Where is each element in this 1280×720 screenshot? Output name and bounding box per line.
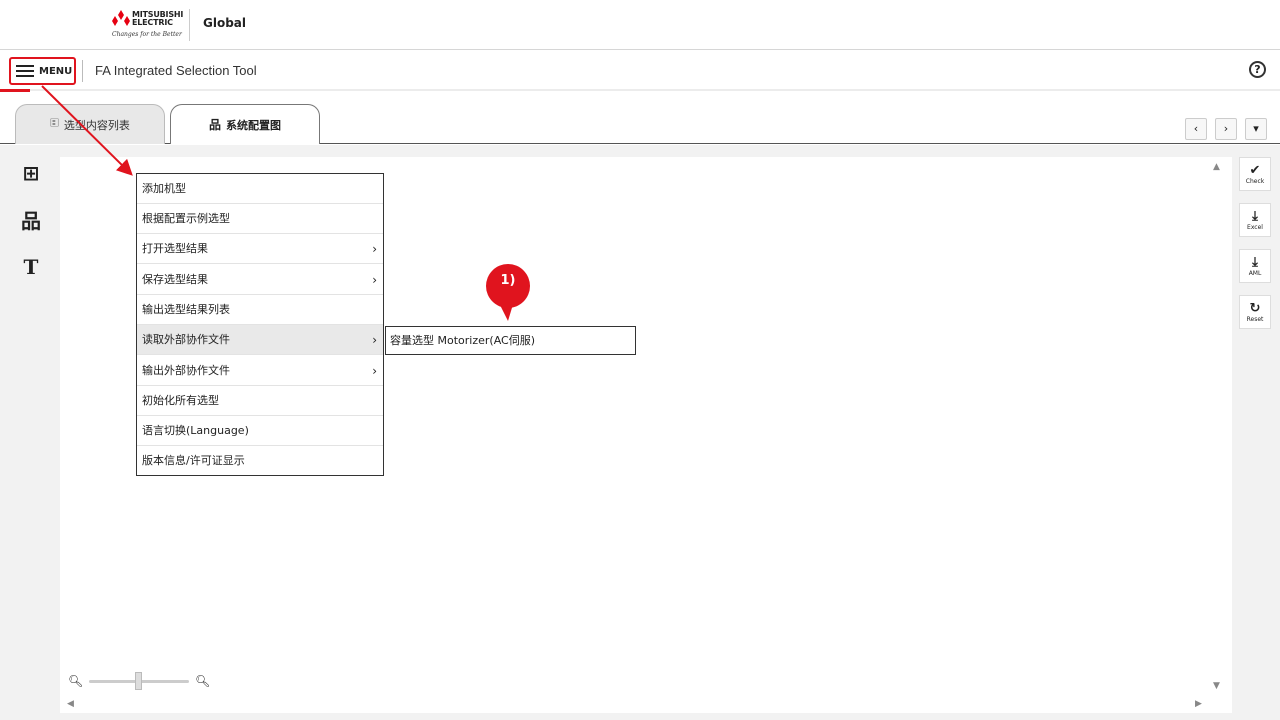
scroll-left-icon[interactable]: ◀ bbox=[67, 699, 74, 709]
excel-export-button[interactable]: ⤓ Excel bbox=[1239, 203, 1271, 237]
reset-button[interactable]: ↻ Reset bbox=[1239, 295, 1271, 329]
menu-item-export-list[interactable]: 输出选型结果列表 bbox=[137, 295, 383, 325]
tab-selection-list[interactable]: 🗉 选型内容列表 bbox=[15, 104, 165, 144]
reset-icon: ↻ bbox=[1249, 300, 1261, 316]
chevron-right-icon: › bbox=[372, 273, 377, 287]
global-link[interactable]: Global bbox=[203, 16, 246, 30]
hierarchy-icon: 品 bbox=[208, 118, 221, 132]
menu-item-save-result[interactable]: 保存选型结果 › bbox=[137, 265, 383, 295]
list-icon: 🗉 bbox=[50, 116, 59, 130]
hamburger-icon bbox=[16, 64, 34, 78]
app-title: FA Integrated Selection Tool bbox=[95, 63, 257, 78]
brand-bar: MITSUBISHI ELECTRIC Changes for the Bett… bbox=[0, 0, 1280, 50]
zoom-slider-handle[interactable] bbox=[135, 672, 142, 690]
zoom-out-icon[interactable]: 🔍︎ bbox=[68, 674, 83, 688]
callout-label: 1) bbox=[500, 273, 516, 288]
text-tool-icon[interactable]: T bbox=[18, 254, 44, 280]
add-hierarchy-icon[interactable]: 品 bbox=[18, 208, 44, 234]
menu-item-add-model[interactable]: 添加机型 bbox=[137, 174, 383, 204]
menu-item-label: 读取外部协作文件 bbox=[142, 333, 230, 346]
main-menu-dropdown: 添加机型 根据配置示例选型 打开选型结果 › 保存选型结果 › 输出选型结果列表 读… bbox=[136, 173, 384, 476]
menu-item-open-result[interactable]: 打开选型结果 › bbox=[137, 234, 383, 264]
download-icon: ⤓ bbox=[1252, 208, 1258, 224]
submenu-item-motorizer[interactable]: 容量选型 Motorizer(AC伺服) bbox=[385, 326, 636, 355]
aml-label: AML bbox=[1248, 269, 1262, 277]
menu-item-label: 添加机型 bbox=[142, 182, 186, 195]
aml-export-button[interactable]: ⤓ AML bbox=[1239, 249, 1271, 283]
menu-item-label: 打开选型结果 bbox=[142, 242, 208, 255]
brand-divider bbox=[189, 9, 190, 41]
scroll-down-icon[interactable]: ▼ bbox=[1213, 681, 1220, 691]
tab-system-diagram[interactable]: 品 系统配置图 bbox=[170, 104, 320, 144]
tab-next-button[interactable]: › bbox=[1215, 118, 1237, 140]
menu-item-label: 初始化所有选型 bbox=[142, 394, 219, 407]
annotation-callout: 1) bbox=[484, 263, 532, 323]
chevron-right-icon: › bbox=[372, 333, 377, 347]
excel-label: Excel bbox=[1247, 223, 1263, 231]
tabs-bar: 🗉 选型内容列表 品 系统配置图 ‹ › ▾ bbox=[0, 92, 1280, 144]
callout-pin-icon bbox=[486, 264, 530, 321]
chevron-right-icon: › bbox=[372, 364, 377, 378]
menu-item-read-external-file[interactable]: 读取外部协作文件 › bbox=[137, 325, 383, 355]
zoom-in-icon[interactable]: 🔍︎ bbox=[195, 674, 210, 688]
menu-label: MENU bbox=[39, 65, 73, 77]
logo-tagline: Changes for the Better bbox=[112, 31, 182, 38]
menu-item-export-external-file[interactable]: 输出外部协作文件 › bbox=[137, 356, 383, 386]
menu-item-initialize-all[interactable]: 初始化所有选型 bbox=[137, 386, 383, 416]
menu-item-language[interactable]: 语言切换(Language) bbox=[137, 416, 383, 446]
tab-prev-button[interactable]: ‹ bbox=[1185, 118, 1207, 140]
menu-item-label: 语言切换(Language) bbox=[142, 424, 249, 437]
check-label: Check bbox=[1245, 177, 1265, 185]
menu-button[interactable]: MENU bbox=[9, 57, 76, 85]
logo-line2: ELECTRIC bbox=[132, 18, 173, 27]
download-icon: ⤓ bbox=[1252, 254, 1258, 270]
tab-dropdown-button[interactable]: ▾ bbox=[1245, 118, 1267, 140]
menu-item-version-info[interactable]: 版本信息/许可证显示 bbox=[137, 446, 383, 476]
menu-item-label: 输出选型结果列表 bbox=[142, 303, 230, 316]
chevron-right-icon: › bbox=[372, 242, 377, 256]
check-button[interactable]: ✔ Check bbox=[1239, 157, 1271, 191]
menu-item-label: 根据配置示例选型 bbox=[142, 212, 230, 225]
mitsubishi-logo[interactable]: MITSUBISHI ELECTRIC Changes for the Bett… bbox=[110, 9, 183, 41]
menu-item-label: 版本信息/许可证显示 bbox=[142, 454, 245, 467]
check-icon: ✔ bbox=[1249, 162, 1261, 178]
menu-item-label: 输出外部协作文件 bbox=[142, 364, 230, 377]
scroll-up-icon[interactable]: ▲ bbox=[1213, 162, 1220, 172]
scroll-right-icon[interactable]: ▶ bbox=[1195, 699, 1202, 709]
reset-label: Reset bbox=[1246, 315, 1264, 323]
tab-label: 选型内容列表 bbox=[63, 118, 130, 132]
tab-label: 系统配置图 bbox=[226, 118, 281, 132]
app-header: MENU FA Integrated Selection Tool ? bbox=[0, 51, 1280, 91]
menu-item-select-by-example[interactable]: 根据配置示例选型 bbox=[137, 204, 383, 234]
diamond-logo-icon bbox=[112, 10, 130, 26]
add-layer-icon[interactable]: ⊞ bbox=[18, 160, 44, 186]
menu-item-label: 保存选型结果 bbox=[142, 273, 208, 286]
help-icon[interactable]: ? bbox=[1249, 61, 1266, 78]
header-divider bbox=[82, 60, 83, 82]
